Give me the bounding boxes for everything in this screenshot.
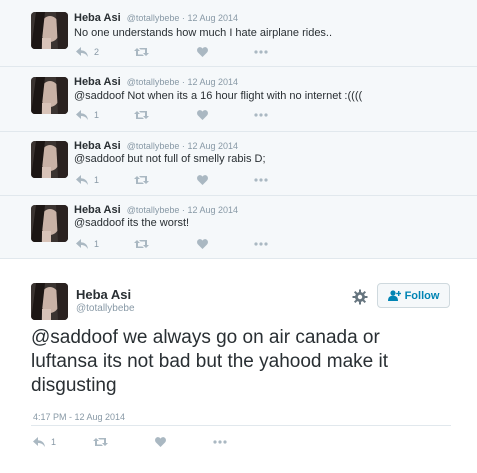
reply-button[interactable]: 1 bbox=[76, 238, 99, 250]
retweet-button[interactable] bbox=[134, 46, 149, 58]
more-icon bbox=[213, 440, 227, 444]
reply-count: 1 bbox=[51, 437, 57, 447]
avatar[interactable] bbox=[31, 283, 68, 320]
conversation-tweet[interactable]: Heba Asi @totallybebe · 12 Aug 2014 @sad… bbox=[0, 67, 477, 132]
heart-icon bbox=[197, 175, 208, 185]
gear-icon bbox=[352, 289, 368, 305]
more-button[interactable] bbox=[254, 238, 268, 250]
reply-count: 1 bbox=[94, 239, 100, 249]
separator: · bbox=[181, 141, 185, 151]
user-name[interactable]: Heba Asi bbox=[74, 140, 121, 152]
tweet-date[interactable]: 12 Aug 2014 bbox=[187, 13, 238, 23]
tweet-actions: 1 bbox=[76, 238, 276, 250]
follow-label: Follow bbox=[404, 289, 440, 302]
user-name[interactable]: Heba Asi bbox=[74, 76, 121, 88]
tweet-header: Heba Asi @totallybebe · 12 Aug 2014 bbox=[74, 76, 238, 88]
conversation-tweet[interactable]: Heba Asi @totallybebe · 12 Aug 2014 @sad… bbox=[0, 132, 477, 196]
tweet-text: @saddoof but not full of smelly rabis D; bbox=[74, 153, 266, 165]
more-icon bbox=[254, 113, 268, 117]
user-name[interactable]: Heba Asi bbox=[74, 204, 121, 216]
tweet-actions: 1 bbox=[76, 109, 276, 121]
tweet-text: No one understands how much I hate airpl… bbox=[74, 27, 333, 39]
more-button[interactable] bbox=[254, 46, 268, 58]
avatar[interactable] bbox=[31, 141, 68, 178]
user-handle[interactable]: @totallybebe bbox=[127, 141, 180, 151]
reply-icon bbox=[33, 437, 45, 447]
tweet-meta: @totallybebe · 12 Aug 2014 bbox=[127, 141, 238, 151]
divider bbox=[31, 425, 451, 426]
tweet-date[interactable]: 12 Aug 2014 bbox=[187, 77, 238, 87]
retweet-icon bbox=[134, 240, 149, 248]
reply-button[interactable]: 1 bbox=[33, 436, 56, 448]
follow-button[interactable]: Follow bbox=[377, 283, 450, 308]
retweet-button[interactable] bbox=[134, 238, 149, 250]
avatar[interactable] bbox=[31, 12, 68, 49]
reply-icon bbox=[76, 110, 88, 120]
like-button[interactable] bbox=[155, 436, 166, 448]
more-button[interactable] bbox=[213, 436, 227, 448]
reply-count: 2 bbox=[94, 47, 100, 57]
separator: · bbox=[181, 13, 185, 23]
like-button[interactable] bbox=[197, 238, 208, 250]
add-user-icon bbox=[387, 290, 401, 301]
retweet-icon bbox=[134, 111, 149, 119]
tweet-header: Heba Asi @totallybebe · 12 Aug 2014 bbox=[74, 140, 238, 152]
retweet-button[interactable] bbox=[134, 174, 149, 186]
heart-icon bbox=[155, 437, 166, 447]
retweet-icon bbox=[134, 48, 149, 56]
reply-count: 1 bbox=[94, 110, 100, 120]
retweet-button[interactable] bbox=[134, 109, 149, 121]
settings-button[interactable] bbox=[352, 289, 368, 305]
more-button[interactable] bbox=[254, 174, 268, 186]
conversation-thread: Heba Asi @totallybebe · 12 Aug 2014 No o… bbox=[0, 0, 477, 259]
conversation-tweet[interactable]: Heba Asi @totallybebe · 12 Aug 2014 No o… bbox=[0, 0, 477, 67]
like-button[interactable] bbox=[197, 174, 208, 186]
tweet-meta: @totallybebe · 12 Aug 2014 bbox=[127, 77, 238, 87]
avatar[interactable] bbox=[31, 205, 68, 242]
separator: · bbox=[181, 205, 185, 215]
reply-button[interactable]: 1 bbox=[76, 109, 99, 121]
tweet-actions: 1 bbox=[76, 174, 276, 186]
tweet-text: @saddoof its the worst! bbox=[74, 217, 190, 229]
tweet-actions: 1 bbox=[33, 436, 253, 448]
retweet-icon bbox=[93, 438, 108, 446]
like-button[interactable] bbox=[197, 46, 208, 58]
user-name[interactable]: Heba Asi bbox=[76, 287, 131, 302]
like-button[interactable] bbox=[197, 109, 208, 121]
user-handle[interactable]: @totallybebe bbox=[127, 205, 180, 215]
tweet-page: Heba Asi @totallybebe · 12 Aug 2014 No o… bbox=[0, 0, 477, 473]
tweet-meta: @totallybebe · 12 Aug 2014 bbox=[127, 13, 238, 23]
tweet-text: @saddoof Not when its a 16 hour flight w… bbox=[74, 90, 363, 102]
avatar[interactable] bbox=[31, 77, 68, 114]
tweet-timestamp[interactable]: 4:17 PM - 12 Aug 2014 bbox=[33, 412, 125, 422]
tweet-header: Heba Asi @totallybebe · 12 Aug 2014 bbox=[74, 12, 238, 24]
conversation-tweet[interactable]: Heba Asi @totallybebe · 12 Aug 2014 @sad… bbox=[0, 196, 477, 259]
more-icon bbox=[254, 242, 268, 246]
more-icon bbox=[254, 178, 268, 182]
reply-icon bbox=[76, 175, 88, 185]
more-icon bbox=[254, 50, 268, 54]
heart-icon bbox=[197, 239, 208, 249]
tweet-date[interactable]: 12 Aug 2014 bbox=[187, 141, 238, 151]
tweet-meta: @totallybebe · 12 Aug 2014 bbox=[127, 205, 238, 215]
tweet-actions: 2 bbox=[76, 46, 276, 58]
tweet-header: Heba Asi @totallybebe · 12 Aug 2014 bbox=[74, 204, 238, 216]
reply-count: 1 bbox=[94, 175, 100, 185]
retweet-button[interactable] bbox=[93, 436, 108, 448]
user-handle[interactable]: @totallybebe bbox=[76, 303, 135, 314]
user-handle[interactable]: @totallybebe bbox=[127, 77, 180, 87]
user-name[interactable]: Heba Asi bbox=[74, 12, 121, 24]
heart-icon bbox=[197, 47, 208, 57]
reply-button[interactable]: 1 bbox=[76, 174, 99, 186]
tweet-text: @saddoof we always go on air canada or l… bbox=[31, 327, 389, 396]
user-handle[interactable]: @totallybebe bbox=[127, 13, 180, 23]
tweet-date[interactable]: 12 Aug 2014 bbox=[187, 205, 238, 215]
reply-icon bbox=[76, 239, 88, 249]
reply-button[interactable]: 2 bbox=[76, 46, 99, 58]
reply-icon bbox=[76, 47, 88, 57]
separator: · bbox=[181, 77, 185, 87]
heart-icon bbox=[197, 110, 208, 120]
more-button[interactable] bbox=[254, 109, 268, 121]
retweet-icon bbox=[134, 176, 149, 184]
